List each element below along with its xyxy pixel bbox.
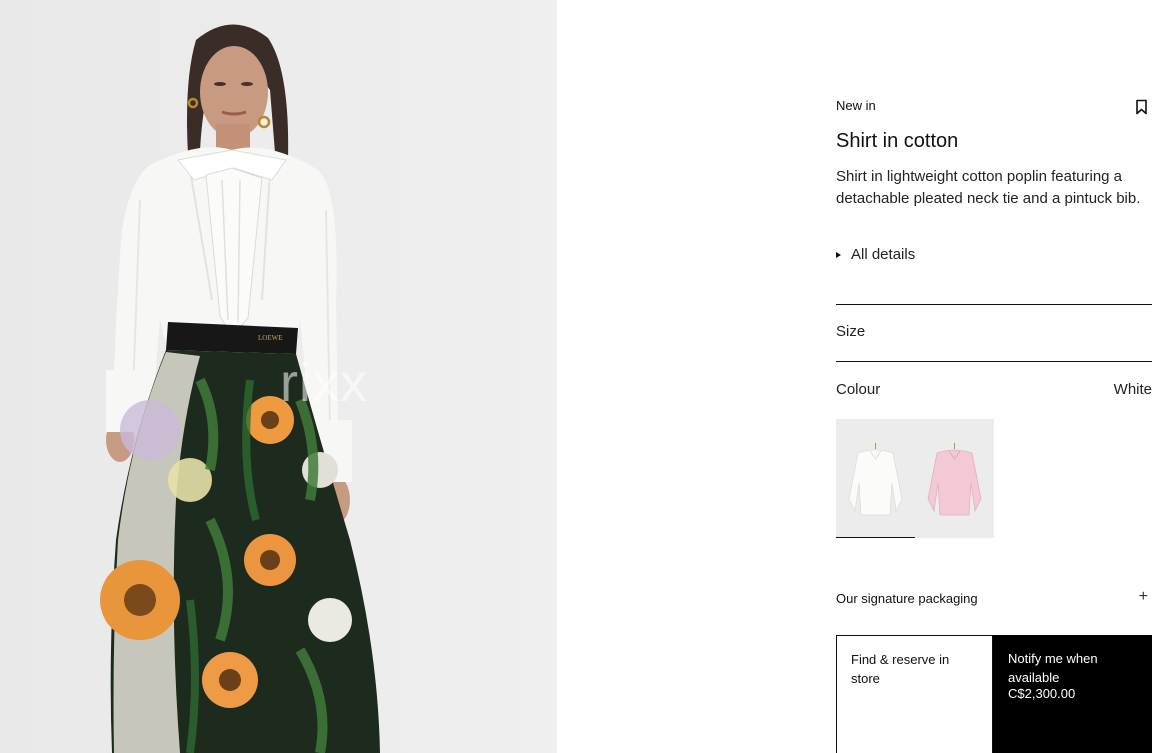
size-label: Size (836, 323, 866, 340)
find-reserve-label: Find & reserve in store (851, 652, 950, 686)
divider (836, 361, 1152, 362)
product-details-panel: New in Shirt in cotton Shirt in lightwei… (836, 0, 1152, 753)
colour-value: White (1113, 381, 1152, 398)
colour-label: Colour (836, 381, 881, 398)
new-in-tag: New in (836, 98, 876, 113)
signature-packaging-accordion[interactable]: Our signature packaging + (836, 584, 1152, 612)
plus-icon: + (1138, 588, 1148, 605)
white-shirt-thumbnail (836, 419, 915, 537)
pink-shirt-thumbnail (915, 419, 994, 538)
signature-packaging-label: Our signature packaging (836, 591, 978, 606)
price: C$2,300.00 (1008, 686, 1076, 701)
find-reserve-store-button[interactable]: Find & reserve in store (836, 635, 993, 753)
notify-label: Notify me when available (1008, 651, 1098, 685)
triangle-right-icon (836, 251, 841, 258)
svg-text:LOEWE: LOEWE (258, 334, 283, 342)
watermark-text: rixx (280, 353, 368, 413)
all-details-label: All details (851, 246, 916, 263)
colour-swatches (836, 419, 994, 538)
colour-swatch-pink[interactable] (915, 419, 994, 538)
colour-swatch-white[interactable] (836, 419, 915, 538)
notify-me-button[interactable]: Notify me when available C$2,300.00 (993, 635, 1152, 753)
product-description: Shirt in lightweight cotton poplin featu… (836, 168, 1141, 207)
all-details-toggle[interactable]: All details (836, 246, 915, 263)
product-title: Shirt in cotton (836, 130, 959, 152)
model-illustration: LOEWE (0, 0, 557, 753)
size-selector[interactable]: Size (836, 305, 1152, 361)
bookmark-icon[interactable] (1135, 99, 1148, 115)
product-image[interactable]: LOEWE rixx (0, 0, 557, 753)
